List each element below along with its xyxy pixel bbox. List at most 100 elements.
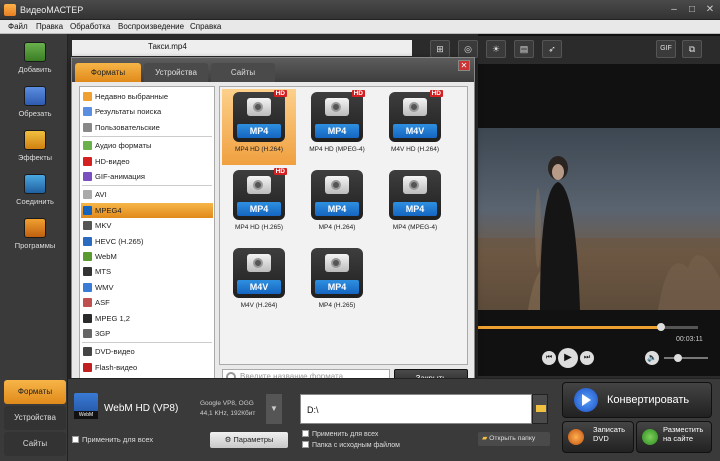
format-category-icon [83,107,92,117]
menu-edit[interactable]: Правка [36,22,63,31]
play-icon[interactable]: ▶ [558,348,578,368]
format-list-item[interactable]: Недавно выбранные [81,89,213,104]
format-category-list: Недавно выбранные Результаты поиска Пользо… [79,86,215,388]
format-list-item[interactable]: GIF-анимация [81,169,213,184]
app-logo-icon [4,4,16,16]
folder-icon[interactable] [532,394,548,424]
format-list-item[interactable]: 3GP [81,326,213,341]
format-list-item[interactable]: AVI [81,187,213,202]
format-card[interactable]: MP4 MP4 (MPEG-4) [378,167,452,243]
trim-button[interactable]: Обрезать [12,86,58,128]
format-list-item[interactable]: MKV [81,218,213,233]
list-divider [82,342,212,344]
format-list-item[interactable]: ASF [81,295,213,310]
format-card[interactable]: HD M4V M4V HD (H.264) [378,89,452,165]
format-list-item[interactable]: MPEG 1,2 [81,311,213,326]
video-camera-icon: MP4 [311,170,363,220]
format-list-label: GIF-анимация [95,172,145,181]
apply-all-path-label: Применить для всех [312,431,379,438]
menu-file[interactable]: Файл [8,22,28,31]
format-list-label: HD-видео [95,156,130,166]
format-list-item[interactable]: WMV [81,280,213,295]
prev-icon[interactable]: ⏮ [542,351,556,365]
camera-body-shape [403,176,427,194]
source-folder-checkbox[interactable]: Папка с исходным файлом [302,441,400,449]
format-dropdown-chevron-icon[interactable]: ▼ [266,394,282,424]
rotate-icon[interactable]: ◎ [458,40,478,58]
dialog-tab-formats[interactable]: Форматы [75,63,141,82]
programs-button[interactable]: Программы [12,218,58,260]
tab-devices[interactable]: Устройства [4,406,66,430]
camera-lens-shape [331,180,341,190]
camera-body-shape [325,254,349,272]
effects-button[interactable]: Эффекты [12,130,58,172]
parameters-button[interactable]: ⚙ Параметры [210,432,288,448]
format-card[interactable]: MP4 MP4 (H.264) [300,167,374,243]
format-list-label: AVI [95,190,107,200]
file-item[interactable] [72,40,412,56]
format-list-item[interactable]: WebM [81,249,213,264]
format-card[interactable]: HD MP4 MP4 HD (H.264) [222,89,296,165]
format-list-item[interactable]: HD-видео [81,154,213,169]
apply-all-path-checkbox[interactable]: Применить для всех [302,430,378,438]
format-list-label: WebM [95,252,117,261]
crop-icon[interactable]: ⊞ [430,40,450,58]
format-list-label: 3GP [95,329,111,338]
next-icon[interactable]: ⏭ [580,351,594,365]
format-list-item[interactable]: Аудио форматы [81,138,213,153]
video-camera-icon: MP4 [311,248,363,298]
apply-all-checkbox[interactable]: Применить для всех [72,435,153,444]
minimize-icon[interactable]: – [666,3,682,17]
maximize-icon[interactable]: □ [684,3,700,17]
gif-icon[interactable]: GIF [656,40,676,58]
format-category-icon [83,156,92,166]
format-card[interactable]: HD MP4 MP4 HD (H.265) [222,167,296,243]
format-category-icon [83,362,92,372]
menu-help[interactable]: Справка [190,22,221,31]
format-list-item[interactable]: DVD-видео [81,344,213,359]
volume-icon[interactable]: 🔈 [645,351,659,365]
parameters-label: Параметры [233,435,274,444]
format-card-label: M4V (H.264) [240,302,278,309]
add-file-icon [24,42,46,62]
camera-body-shape [325,98,349,116]
tab-sites[interactable]: Сайты [4,432,66,456]
format-list-label: DVD-видео [95,347,135,357]
dialog-close-icon[interactable]: ✕ [458,60,470,71]
format-card[interactable]: M4V M4V (H.264) [222,245,296,321]
menu-processing[interactable]: Обработка [70,22,110,31]
brightness-icon[interactable]: ☀ [486,40,506,58]
format-list-item[interactable]: MPEG4 [81,202,213,218]
format-category-icon [83,141,92,151]
progress-handle[interactable] [657,323,665,331]
format-card[interactable]: MP4 MP4 (H.265) [300,245,374,321]
export-icon[interactable]: ⧉ [682,40,702,58]
format-card[interactable]: HD MP4 MP4 HD (MPEG-4) [300,89,374,165]
run-icon[interactable]: ➶ [542,40,562,58]
menu-playback[interactable]: Воспроизведение [118,22,184,31]
add-button[interactable]: Добавить [12,42,58,84]
open-folder-button[interactable]: ▰ Открыть папку [478,432,550,446]
dialog-tab-devices[interactable]: Устройства [144,63,208,82]
camera-body-shape [325,176,349,194]
close-icon[interactable]: ✕ [702,3,718,17]
checkbox-box [302,441,309,448]
format-list-item[interactable]: Пользовательские [81,120,213,135]
format-list-item[interactable]: MTS [81,264,213,279]
format-list-item[interactable]: HEVC (H.265) [81,234,213,249]
format-card-label: MP4 (H.265) [318,302,356,309]
format-list-item[interactable]: Результаты поиска [81,104,213,119]
volume-handle[interactable] [674,354,682,362]
window-title: ВидеоМАСТЕР [20,5,84,15]
dialog-tab-sites[interactable]: Сайты [211,63,275,82]
film-icon[interactable]: ▤ [514,40,534,58]
camera-lens-shape [409,180,419,190]
effects-icon [24,130,46,150]
camera-body-shape [247,98,271,116]
format-list-item[interactable]: Flash-видео [81,360,213,375]
output-path-field[interactable]: D:\ [300,394,532,424]
join-button[interactable]: Соединить [12,174,58,216]
tab-formats[interactable]: Форматы [4,380,66,404]
camera-body-shape [403,98,427,116]
volume-track[interactable] [664,357,708,359]
